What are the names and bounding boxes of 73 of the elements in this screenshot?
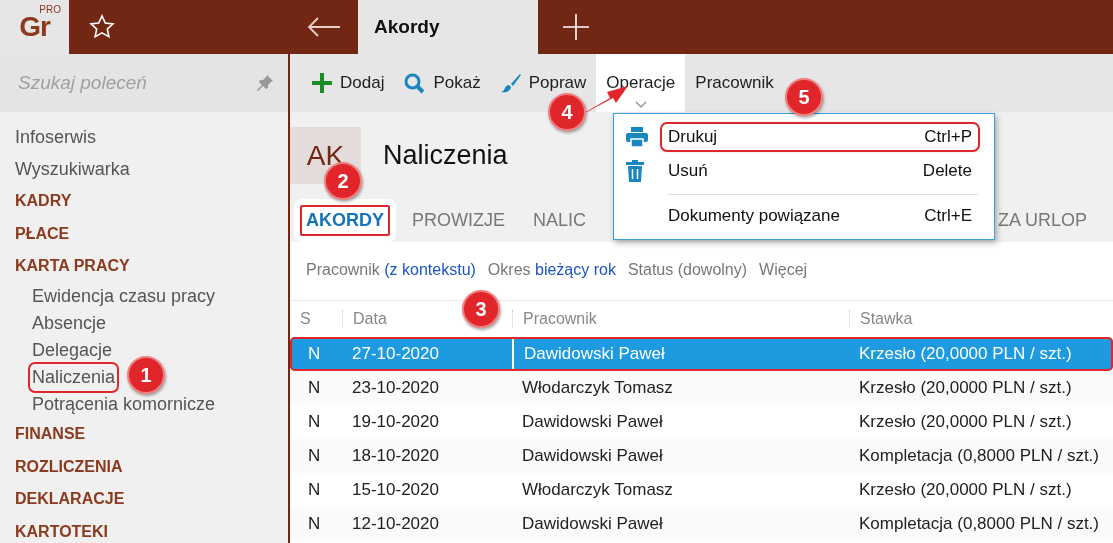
table-cell-text: 12-10-2020 bbox=[351, 513, 440, 535]
table-cell-text: Krzesło (20,0000 PLN / szt.) bbox=[858, 411, 1073, 433]
table-cell-text: Krzesło (20,0000 PLN / szt.) bbox=[858, 343, 1073, 365]
tab[interactable]: AKORDY bbox=[294, 199, 396, 242]
filter-link[interactable]: Okres bieżący rok bbox=[487, 261, 616, 279]
filter-link[interactable]: Pracownik (z kontekstu) bbox=[306, 261, 476, 279]
table-cell-text: Kompletacja (0,8000 PLN / szt.) bbox=[858, 445, 1100, 467]
table-cell-text: N bbox=[307, 377, 322, 399]
plus-icon[interactable] bbox=[562, 14, 589, 40]
menu-item[interactable]: Usuń Delete bbox=[662, 158, 978, 184]
column-header[interactable]: Data bbox=[353, 310, 387, 327]
table-cell-text: Włodarczyk Tomasz bbox=[521, 479, 674, 501]
table-cell-text: 15-10-2020 bbox=[351, 479, 440, 501]
plus-icon bbox=[312, 73, 332, 93]
brush-icon bbox=[500, 73, 521, 93]
logo-label: PRO bbox=[39, 4, 61, 15]
column-header[interactable]: Pracownik bbox=[523, 310, 597, 327]
printer-icon bbox=[626, 127, 648, 147]
toolbar-button[interactable]: Operacje bbox=[596, 54, 686, 112]
caret-icon bbox=[634, 101, 647, 108]
page-title: Naliczenia bbox=[383, 140, 508, 171]
table-cell-text: 27-10-2020 bbox=[351, 343, 440, 365]
nav-link[interactable]: Infoserwis bbox=[15, 122, 288, 154]
table-cell-text: 23-10-2020 bbox=[351, 377, 440, 399]
tab[interactable]: ZA URLOP bbox=[985, 199, 1099, 242]
tab[interactable]: NALIC bbox=[521, 199, 599, 242]
column-header[interactable]: S bbox=[300, 310, 311, 327]
table-cell-text: Dawidowski Paweł bbox=[521, 513, 664, 535]
document-tab[interactable]: Akordy bbox=[358, 0, 538, 54]
table-cell-text: 18-10-2020 bbox=[351, 445, 440, 467]
nav-item[interactable]: Delegacje bbox=[30, 337, 115, 365]
nav-link[interactable]: Wyszukiwarka bbox=[15, 153, 288, 185]
table-cell-text: 19-10-2020 bbox=[351, 411, 440, 433]
search-field[interactable]: Szukaj poleceń bbox=[16, 71, 236, 95]
table-cell-text: N bbox=[307, 513, 322, 535]
table-cell-text: N bbox=[307, 479, 322, 501]
toolbar-button[interactable]: Pracownik bbox=[685, 54, 784, 112]
trash-icon bbox=[626, 160, 644, 182]
menu-item[interactable]: Drukuj Ctrl+P bbox=[662, 124, 978, 150]
nav-item[interactable]: Absencje bbox=[30, 310, 109, 338]
table-row[interactable]: N 18-10-2020 Dawidowski Paweł Kompletacja (0,8000 PLN / szt.) bbox=[290, 439, 1113, 473]
nav-item[interactable]: Naliczenia bbox=[30, 364, 118, 392]
table-cell-text: N bbox=[307, 343, 322, 365]
star-icon[interactable] bbox=[89, 14, 115, 40]
table-cell-text: N bbox=[307, 445, 322, 467]
filter-link[interactable]: Status (dowolny) bbox=[627, 261, 748, 279]
search-bar[interactable]: Szukaj poleceń bbox=[0, 54, 288, 112]
table-cell-text: Kompletacja (0,8000 PLN / szt.) bbox=[858, 513, 1100, 535]
nav-section[interactable]: PŁACE bbox=[15, 217, 288, 251]
nav-section[interactable]: FINANSE bbox=[15, 418, 288, 451]
table-cell-text: N bbox=[307, 411, 322, 433]
nav-section[interactable]: KARTOTEKI bbox=[15, 516, 288, 543]
table-row[interactable]: N 23-10-2020 Włodarczyk Tomasz Krzesło (20,0000 PLN / szt.) bbox=[290, 371, 1113, 405]
nav-section[interactable]: KADRY bbox=[15, 185, 288, 218]
toolbar-button[interactable]: Pokaż bbox=[394, 54, 491, 112]
tab[interactable]: PROWIZJE bbox=[400, 199, 517, 242]
filter-link[interactable]: Więcej bbox=[759, 261, 808, 279]
table-cell-text: Krzesło (20,0000 PLN / szt.) bbox=[858, 377, 1073, 399]
table-cell-text: Dawidowski Paweł bbox=[521, 411, 664, 433]
nav-item[interactable]: Ewidencja czasu pracy bbox=[30, 283, 218, 311]
toolbar-button[interactable]: Dodaj bbox=[302, 54, 395, 112]
nav-section[interactable]: ROZLICZENIA bbox=[15, 450, 288, 484]
table-cell-text: Dawidowski Paweł bbox=[521, 445, 664, 467]
nav-section[interactable]: DEKLARACJE bbox=[15, 483, 288, 517]
table-cell-text: Włodarczyk Tomasz bbox=[521, 377, 674, 399]
nav-section[interactable]: KARTA PRACY bbox=[15, 250, 288, 284]
column-header[interactable]: Stawka bbox=[860, 310, 913, 327]
menu-item[interactable]: Dokumenty powiązane Ctrl+E bbox=[662, 203, 978, 229]
table-cell-text: Krzesło (20,0000 PLN / szt.) bbox=[858, 479, 1073, 501]
nav-item[interactable]: Potrącenia komornicze bbox=[30, 391, 218, 419]
search-icon bbox=[404, 72, 426, 94]
table-row[interactable]: N 12-10-2020 Dawidowski Paweł Kompletacja (0,8000 PLN / szt.) bbox=[290, 507, 1113, 541]
back-arrow-icon[interactable] bbox=[307, 17, 341, 37]
